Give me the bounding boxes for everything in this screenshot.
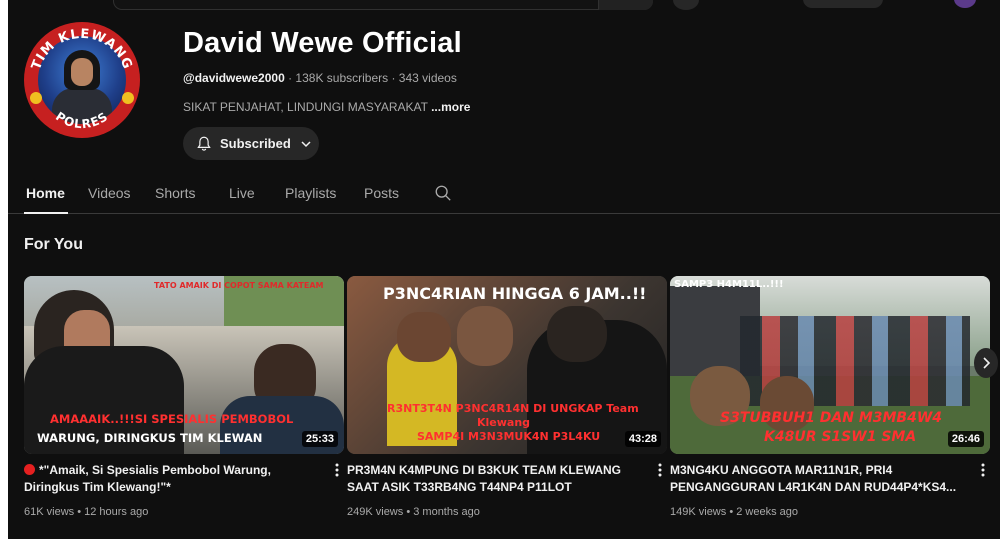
- video-title[interactable]: PR3M4N K4MPUNG DI B3KUK TEAM KLEWANG SAA…: [347, 462, 637, 496]
- more-options-icon[interactable]: [657, 462, 663, 478]
- channel-description[interactable]: SIKAT PENJAHAT, LINDUNGI MASYARAKAT ...m…: [183, 100, 470, 114]
- svg-text:POLRES: POLRES: [53, 109, 111, 131]
- subscribed-button[interactable]: Subscribed: [183, 127, 319, 160]
- channel-avatar[interactable]: TIM KLEWANG POLRES: [24, 22, 140, 138]
- thumbnail-caption: WARUNG, DIRINGKUS TIM KLEWAN: [37, 431, 263, 445]
- upload-age: 12 hours ago: [84, 506, 149, 518]
- video-duration: 25:33: [301, 431, 338, 447]
- carousel-next-button[interactable]: [974, 348, 998, 378]
- top-bar: [8, 0, 1000, 12]
- tab-home[interactable]: Home: [26, 185, 65, 201]
- voice-search-button[interactable]: [673, 0, 699, 10]
- view-count: 249K views: [347, 506, 404, 518]
- video-meta: 149K views • 2 weeks ago: [670, 506, 798, 518]
- video-duration: 43:28: [624, 431, 661, 447]
- thumbnail-caption: S3TUBBUH1 DAN M3MB4W4: [720, 410, 943, 426]
- chevron-right-icon: [983, 357, 991, 369]
- channel-meta: @davidwewe2000 · 138K subscribers · 343 …: [183, 71, 457, 85]
- video-meta: 61K views • 12 hours ago: [24, 506, 149, 518]
- video-card[interactable]: SAMP3 H4M11L..!!! S3TUBBUH1 DAN M3MB4W4 …: [670, 276, 990, 518]
- tab-live[interactable]: Live: [229, 185, 255, 201]
- video-title[interactable]: *"Amaik, Si Spesialis Pembobol Warung, D…: [24, 462, 314, 496]
- more-link[interactable]: ...more: [431, 100, 470, 114]
- channel-tabs: Home Videos Shorts Live Playlists Posts: [8, 172, 1000, 214]
- tab-shorts[interactable]: Shorts: [155, 185, 195, 201]
- video-card[interactable]: P3NC4RIAN HINGGA 6 JAM..!! R3NT3T4N P3NC…: [347, 276, 667, 518]
- live-indicator-icon: [24, 464, 35, 475]
- search-box[interactable]: [113, 0, 653, 10]
- create-button[interactable]: [803, 0, 883, 8]
- video-thumbnail[interactable]: P3NC4RIAN HINGGA 6 JAM..!! R3NT3T4N P3NC…: [347, 276, 667, 454]
- account-avatar[interactable]: [954, 0, 976, 8]
- video-meta: 249K views • 3 months ago: [347, 506, 480, 518]
- view-count: 61K views: [24, 506, 75, 518]
- channel-handle: @davidwewe2000: [183, 71, 285, 85]
- channel-stats: · 138K subscribers · 343 videos: [284, 71, 457, 85]
- thumbnail-caption: Klewang: [477, 416, 531, 429]
- upload-age: 2 weeks ago: [736, 506, 798, 518]
- thumbnail-caption: K48UR S1SW1 SMA: [764, 429, 917, 445]
- tab-posts[interactable]: Posts: [364, 185, 399, 201]
- thumbnail-caption: R3NT3T4N P3NC4R14N DI UNGKAP Team: [387, 402, 639, 415]
- thumbnail-caption: TATO AMAIK DI COPOT SAMA KATEAM: [154, 281, 324, 290]
- avatar-badge-text: TIM KLEWANG POLRES: [29, 27, 135, 131]
- upload-age: 3 months ago: [413, 506, 480, 518]
- thumbnail-caption: AMAAAIK..!!!SI SPESIALIS PEMBOBOL: [50, 412, 294, 426]
- channel-name: David Wewe Official: [183, 27, 462, 59]
- search-icon[interactable]: [434, 184, 452, 202]
- more-options-icon[interactable]: [980, 462, 986, 478]
- video-title[interactable]: M3NG4KU ANGGOTA MAR11N1R, PRI4 PENGANGGU…: [670, 462, 960, 496]
- video-duration: 26:46: [947, 431, 984, 447]
- chevron-down-icon: [301, 140, 311, 147]
- bell-icon: [197, 136, 211, 151]
- thumbnail-caption: SAMP4I M3N3MUK4N P3L4KU: [417, 430, 601, 443]
- thumbnail-caption: P3NC4RIAN HINGGA 6 JAM..!!: [383, 284, 647, 303]
- tab-playlists[interactable]: Playlists: [285, 185, 336, 201]
- video-thumbnail[interactable]: TATO AMAIK DI COPOT SAMA KATEAM AMAAAIK.…: [24, 276, 344, 454]
- video-card[interactable]: TATO AMAIK DI COPOT SAMA KATEAM AMAAAIK.…: [24, 276, 344, 518]
- thumbnail-caption: SAMP3 H4M11L..!!!: [674, 279, 784, 290]
- section-title: For You: [24, 236, 83, 253]
- video-thumbnail[interactable]: SAMP3 H4M11L..!!! S3TUBBUH1 DAN M3MB4W4 …: [670, 276, 990, 454]
- more-options-icon[interactable]: [334, 462, 340, 478]
- search-button[interactable]: [598, 0, 653, 10]
- view-count: 149K views: [670, 506, 727, 518]
- subscribed-label: Subscribed: [220, 136, 291, 151]
- tab-videos[interactable]: Videos: [88, 185, 131, 201]
- active-tab-indicator: [24, 212, 68, 214]
- svg-text:TIM KLEWANG: TIM KLEWANG: [29, 27, 135, 72]
- youtube-channel-page: TIM KLEWANG POLRES David Wewe Official @…: [8, 0, 1000, 539]
